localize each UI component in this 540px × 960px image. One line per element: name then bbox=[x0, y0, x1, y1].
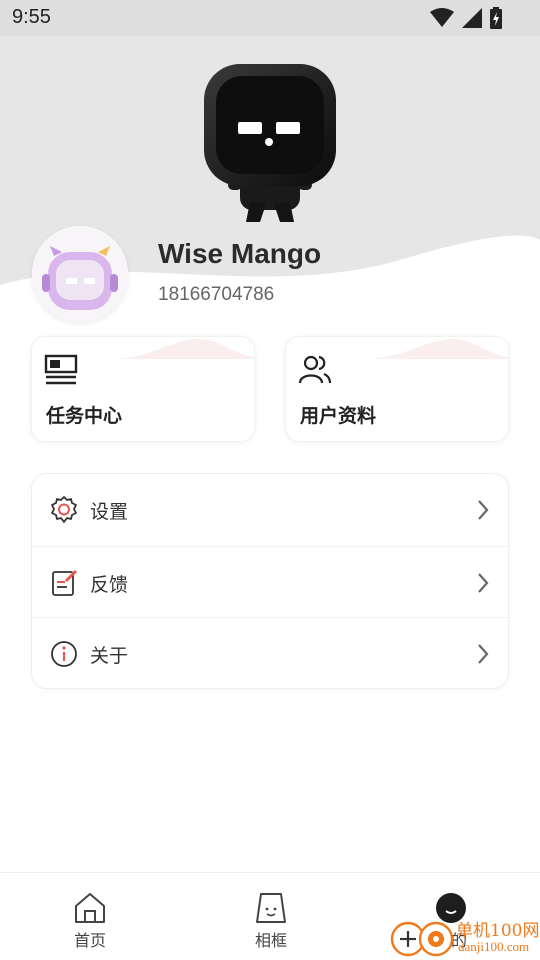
chevron-right-icon bbox=[478, 573, 489, 593]
task-board-icon bbox=[44, 354, 78, 385]
status-bar: 9:55 bbox=[0, 0, 540, 36]
users-icon bbox=[298, 355, 332, 384]
user-phone: 18166704786 bbox=[158, 284, 275, 305]
chevron-right-icon bbox=[478, 644, 489, 664]
task-center-label: 任务中心 bbox=[46, 405, 123, 427]
chevron-right-icon bbox=[478, 500, 489, 520]
user-name: Wise Mango bbox=[158, 238, 322, 269]
watermark-text: 单机100网 bbox=[456, 921, 540, 941]
user-profile-label: 用户资料 bbox=[300, 405, 377, 427]
menu-item-settings[interactable]: 设置 bbox=[32, 474, 510, 545]
menu-label-settings: 设置 bbox=[90, 501, 129, 523]
avatar[interactable] bbox=[32, 226, 128, 322]
settings-menu: 设置 反馈 关于 bbox=[31, 473, 510, 689]
menu-label-about: 关于 bbox=[90, 645, 129, 667]
task-center-card[interactable]: 任务中心 bbox=[31, 336, 255, 442]
signal-icon bbox=[462, 8, 482, 28]
nav-item-home[interactable]: 首页 bbox=[50, 891, 130, 951]
nav-item-frame[interactable]: 相框 bbox=[231, 891, 311, 951]
gear-icon bbox=[51, 496, 77, 523]
watermark: 单机100网 danji100.com bbox=[388, 912, 540, 960]
nav-label-home: 首页 bbox=[73, 931, 106, 950]
status-icons bbox=[430, 7, 502, 29]
menu-item-about[interactable]: 关于 bbox=[32, 617, 510, 688]
frame-icon bbox=[256, 893, 286, 923]
watermark-logo-icon bbox=[390, 921, 454, 957]
status-time: 9:55 bbox=[12, 6, 51, 28]
robot-mascot-icon bbox=[204, 64, 336, 222]
menu-label-feedback: 反馈 bbox=[90, 574, 129, 596]
battery-icon bbox=[490, 7, 502, 29]
feedback-icon bbox=[52, 570, 77, 596]
watermark-url: danji100.com bbox=[458, 939, 530, 954]
info-icon bbox=[51, 641, 77, 667]
home-icon bbox=[75, 893, 105, 923]
nav-label-frame: 相框 bbox=[254, 931, 287, 950]
wifi-icon bbox=[430, 8, 454, 27]
menu-item-feedback[interactable]: 反馈 bbox=[32, 546, 510, 617]
pink-robot-avatar-icon bbox=[32, 226, 128, 322]
user-profile-card[interactable]: 用户资料 bbox=[285, 336, 509, 442]
